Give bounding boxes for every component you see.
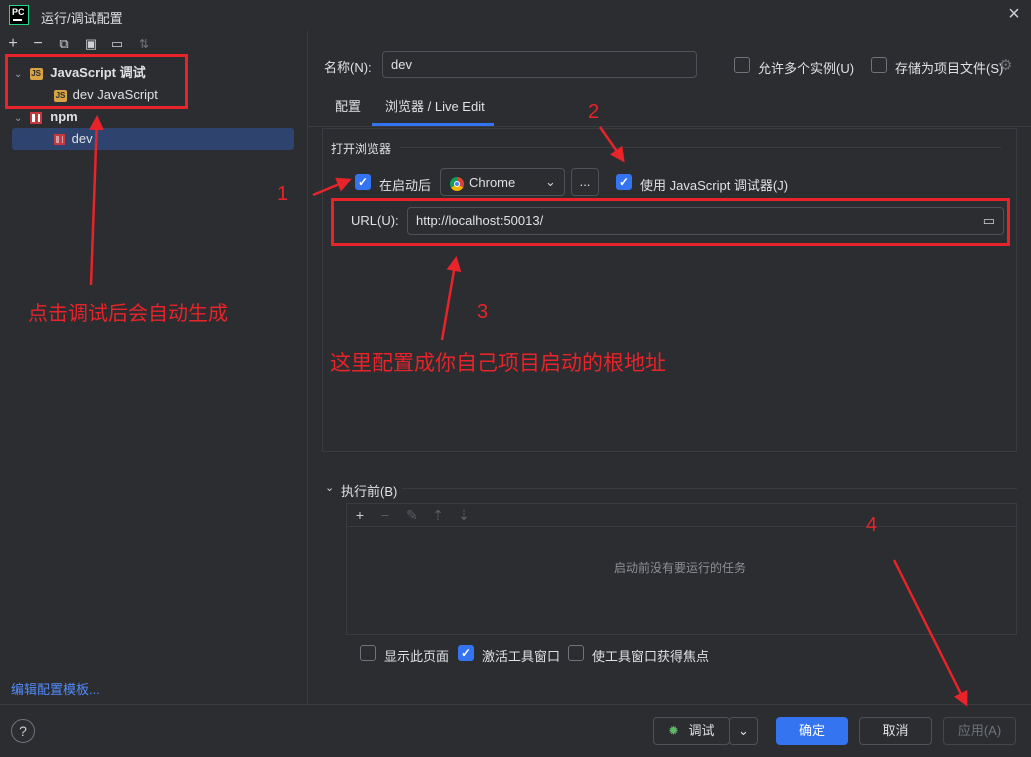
copy-icon[interactable]: ⧉	[55, 35, 73, 53]
annotation-auto-gen-text: 点击调试后会自动生成	[28, 303, 228, 325]
browser-select[interactable]: Chrome ⌄	[440, 168, 565, 196]
annotation-number-3: 3	[477, 301, 489, 323]
tab-browser-live-edit[interactable]: 浏览器 / Live Edit	[385, 100, 485, 124]
gear-icon[interactable]: ⚙	[999, 56, 1012, 74]
after-launch-label: 在启动后	[379, 178, 432, 193]
section-divider	[400, 147, 1001, 148]
browser-more-button[interactable]: ...	[571, 168, 599, 196]
chevron-down-icon[interactable]: ⌄	[325, 481, 334, 494]
activate-tool-window-checkbox[interactable]: ✓	[458, 645, 474, 661]
title-bar	[0, 0, 1031, 31]
focus-tool-window-label: 使工具窗口获得焦点	[592, 649, 710, 664]
annotation-config-text: 这里配置成你自己项目启动的根地址	[330, 352, 666, 375]
store-project-file-checkbox[interactable]	[871, 57, 887, 73]
browser-select-value: Chrome	[469, 175, 516, 190]
bug-icon: ✹	[668, 723, 679, 738]
table-toolbar-divider	[347, 526, 1016, 527]
debug-dropdown-button[interactable]: ⌄	[729, 717, 758, 745]
before-launch-title[interactable]: 执行前(B)	[341, 481, 397, 500]
help-button[interactable]: ?	[11, 719, 35, 743]
add-icon[interactable]: +	[4, 35, 22, 53]
annotation-box-tree	[5, 54, 188, 109]
chrome-icon	[450, 176, 464, 191]
folder-add-icon[interactable]: ▭	[108, 35, 126, 53]
sort-icon[interactable]: ⇅	[135, 35, 153, 53]
npm-icon	[29, 111, 42, 124]
use-js-debugger-label: 使用 JavaScript 调试器(J)	[640, 178, 789, 193]
save-icon[interactable]: ▣	[82, 35, 100, 53]
open-browser-title: 打开浏览器	[331, 142, 392, 156]
annotation-number-1: 1	[277, 183, 289, 205]
tree-item-label: dev	[71, 131, 93, 146]
npm-icon	[54, 134, 65, 146]
annotation-number-4: 4	[866, 514, 878, 536]
cancel-button[interactable]: 取消	[859, 717, 932, 745]
move-up-icon[interactable]: ⇡	[430, 507, 446, 523]
activate-tool-window-label: 激活工具窗口	[482, 649, 561, 664]
allow-multiple-label: 允许多个实例(U)	[758, 61, 855, 76]
tree-group-label: npm	[50, 109, 78, 124]
move-down-icon[interactable]: ⇣	[456, 507, 472, 523]
focus-tool-window-checkbox[interactable]	[568, 645, 584, 661]
show-page-label: 显示此页面	[384, 649, 450, 664]
chevron-down-icon: ⌄	[545, 174, 556, 189]
edit-templates-link[interactable]: 编辑配置模板...	[11, 679, 100, 698]
chevron-down-icon: ⌄	[14, 113, 23, 124]
add-icon[interactable]: +	[352, 507, 368, 523]
edit-icon[interactable]: ✎	[404, 507, 420, 523]
tree-item-npm-dev[interactable]: dev	[54, 128, 93, 150]
name-input[interactable]: dev	[382, 51, 697, 78]
chevron-down-icon: ⌄	[738, 723, 749, 738]
annotation-box-url	[331, 198, 1010, 246]
store-project-file-label: 存储为项目文件(S)	[895, 61, 1004, 76]
ok-button[interactable]: 确定	[776, 717, 848, 745]
tree-group-npm[interactable]: ⌄ npm	[14, 106, 78, 128]
tabs-divider	[308, 126, 1031, 127]
tab-config[interactable]: 配置	[335, 100, 361, 124]
show-page-checkbox[interactable]	[360, 645, 376, 661]
annotation-number-2: 2	[588, 101, 600, 123]
section-divider	[402, 488, 1017, 489]
empty-tasks-text: 启动前没有要运行的任务	[614, 561, 747, 575]
use-js-debugger-checkbox[interactable]: ✓	[616, 174, 632, 190]
close-icon[interactable]: ×	[1004, 4, 1024, 24]
debug-button[interactable]: ✹ 调试	[653, 717, 730, 745]
app-logo-icon: PC	[9, 5, 29, 25]
remove-icon[interactable]: −	[377, 507, 393, 523]
allow-multiple-checkbox[interactable]	[734, 57, 750, 73]
after-launch-checkbox[interactable]: ✓	[355, 174, 371, 190]
apply-button[interactable]: 应用(A)	[943, 717, 1016, 745]
window-title: 运行/调试配置	[41, 11, 123, 26]
remove-icon[interactable]: −	[29, 35, 47, 53]
name-label: 名称(N):	[324, 60, 372, 75]
